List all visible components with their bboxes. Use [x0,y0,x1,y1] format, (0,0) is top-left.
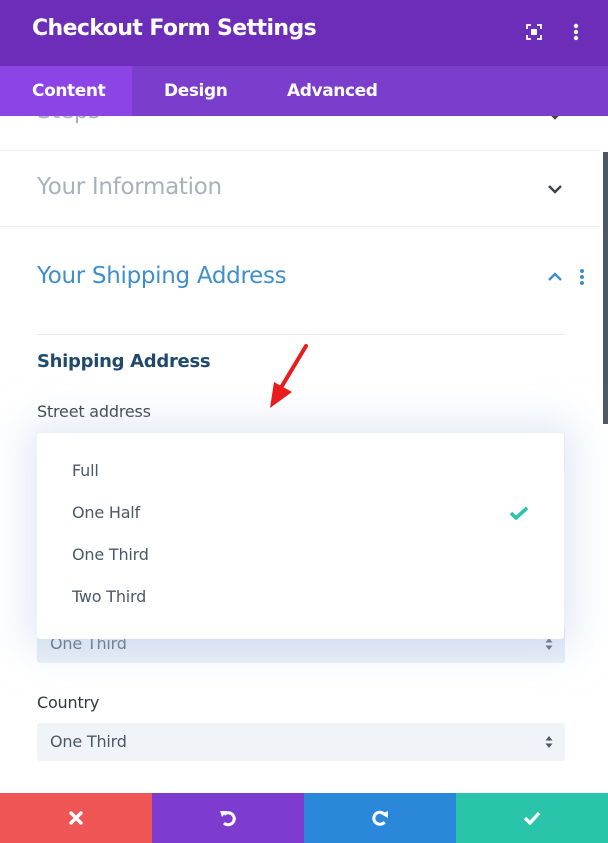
close-icon [69,811,83,825]
country-select[interactable]: One Third [37,723,565,761]
chevron-up-icon[interactable] [546,271,564,283]
option-label: One Third [72,545,149,564]
select-arrows-icon [545,736,553,748]
section-your-shipping-address[interactable]: Your Shipping Address [0,227,600,297]
section-title: Your Shipping Address [37,263,287,289]
option-label: One Half [72,503,140,522]
width-dropdown-menu: Full One Half One Third Two Third [37,433,564,639]
check-icon [523,811,541,825]
check-icon [509,506,529,520]
undo-button[interactable] [152,793,304,843]
action-bar [0,793,608,843]
option-label: Two Third [72,587,147,606]
section-your-information[interactable]: Your Information [0,150,600,227]
option-label: Full [72,461,99,480]
chevron-down-icon [551,116,559,120]
discard-button[interactable] [0,793,152,843]
section-title: Steps [37,116,100,124]
scrollbar-thumb[interactable] [603,152,608,424]
expand-icon[interactable] [522,20,546,44]
redo-button[interactable] [304,793,456,843]
modal-title: Checkout Form Settings [32,16,317,41]
chevron-down-icon [548,185,562,194]
dropdown-option[interactable]: One Third [37,535,564,575]
tab-content[interactable]: Content [0,66,132,116]
dropdown-option[interactable]: One Half [37,493,564,533]
redo-icon [372,810,388,826]
tab-bar: Content Design Advanced [0,66,608,116]
tab-design[interactable]: Design [164,66,228,116]
annotation-arrow-icon [270,344,308,408]
field-label-country: Country [37,693,100,712]
section-steps[interactable]: Steps [0,116,600,151]
more-vertical-icon[interactable] [564,20,588,44]
modal-header: Checkout Form Settings [0,0,608,66]
tab-advanced[interactable]: Advanced [287,66,378,116]
section-title: Your Information [37,174,222,200]
select-value: One Third [50,732,127,751]
settings-content: Steps Your Information Your Shipping Add… [0,116,608,793]
more-vertical-icon[interactable] [576,267,588,287]
group-title: Shipping Address [37,351,211,372]
field-label-street-address: Street address [37,402,151,421]
select-arrows-icon [545,638,553,650]
dropdown-option[interactable]: Full [37,451,564,491]
save-button[interactable] [456,793,608,843]
divider [37,334,565,335]
dropdown-option[interactable]: Two Third [37,577,564,617]
undo-icon [220,811,236,827]
